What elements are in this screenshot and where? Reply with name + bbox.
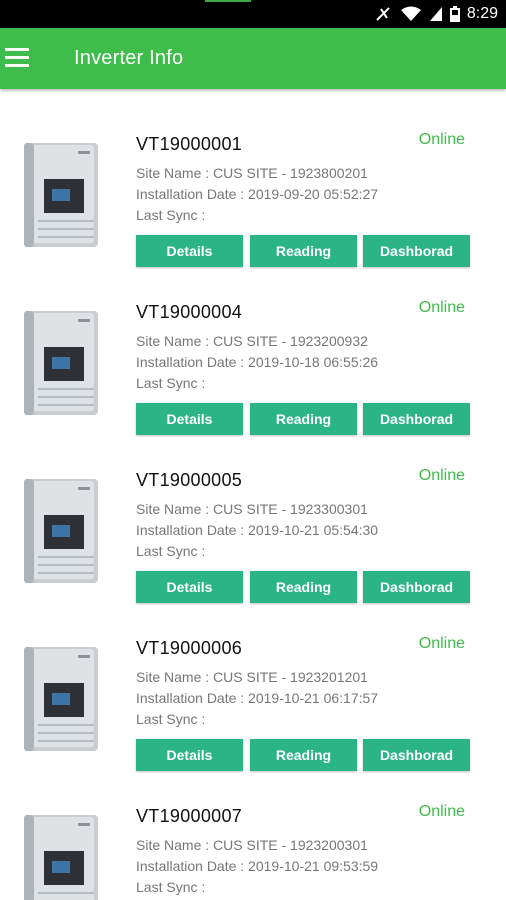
page-title: Inverter Info [74,47,184,69]
inverter-id: VT19000004 [136,302,243,322]
inverter-id: VT19000006 [136,638,243,658]
inverter-card[interactable]: VT19000004 Online Site Name : CUS SITE -… [0,257,506,435]
signal-off-icon [376,7,390,21]
inverter-card[interactable]: VT19000006 Online Site Name : CUS SITE -… [0,593,506,771]
inverter-card[interactable]: VT19000005 Online Site Name : CUS SITE -… [0,425,506,603]
inverter-image [24,311,98,415]
site-name: Site Name : CUS SITE - 1923300301 [136,501,368,517]
inverter-image [24,143,98,247]
status-badge: Online [418,131,465,148]
last-sync: Last Sync : [136,207,206,223]
status-badge: Online [418,803,465,820]
status-badge: Online [418,635,465,652]
cell-signal-icon [429,7,442,21]
last-sync: Last Sync : [136,879,206,895]
status-icons: 8:29 [375,4,498,24]
installation-date: Installation Date : 2019-09-20 05:52:27 [136,186,379,202]
hamburger-icon-bar [5,64,29,67]
inverter-id: VT19000007 [136,806,243,826]
installation-date: Installation Date : 2019-10-18 06:55:26 [136,354,379,370]
status-badge: Online [418,299,465,316]
inverter-id: VT19000005 [136,470,243,490]
status-bar: 8:29 [0,0,506,28]
last-sync: Last Sync : [136,711,206,727]
hamburger-icon-bar [5,56,29,59]
inverter-image [24,815,98,900]
last-sync: Last Sync : [136,375,206,391]
wifi-icon [400,6,421,21]
inverter-card[interactable]: VT19000007 Online Site Name : CUS SITE -… [0,761,506,900]
site-name: Site Name : CUS SITE - 1923200301 [136,837,368,853]
installation-date: Installation Date : 2019-10-21 09:53:59 [136,858,379,874]
battery-icon [449,6,460,22]
last-sync: Last Sync : [136,543,206,559]
site-name: Site Name : CUS SITE - 1923201201 [136,669,368,685]
app-bar: Inverter Info [0,28,506,89]
status-indicator [205,0,251,2]
inverter-card[interactable]: VT19000001 Online Site Name : CUS SITE -… [0,89,506,267]
status-badge: Online [418,467,465,484]
site-name: Site Name : CUS SITE - 1923200932 [136,333,368,349]
inverter-id: VT19000001 [136,134,243,154]
installation-date: Installation Date : 2019-10-21 06:17:57 [136,690,379,706]
site-name: Site Name : CUS SITE - 1923800201 [136,165,368,181]
hamburger-icon [5,48,29,51]
installation-date: Installation Date : 2019-10-21 05:54:30 [136,522,379,538]
clock: 8:29 [466,5,498,22]
menu-button[interactable] [4,41,38,75]
inverter-image [24,479,98,583]
inverter-image [24,647,98,751]
